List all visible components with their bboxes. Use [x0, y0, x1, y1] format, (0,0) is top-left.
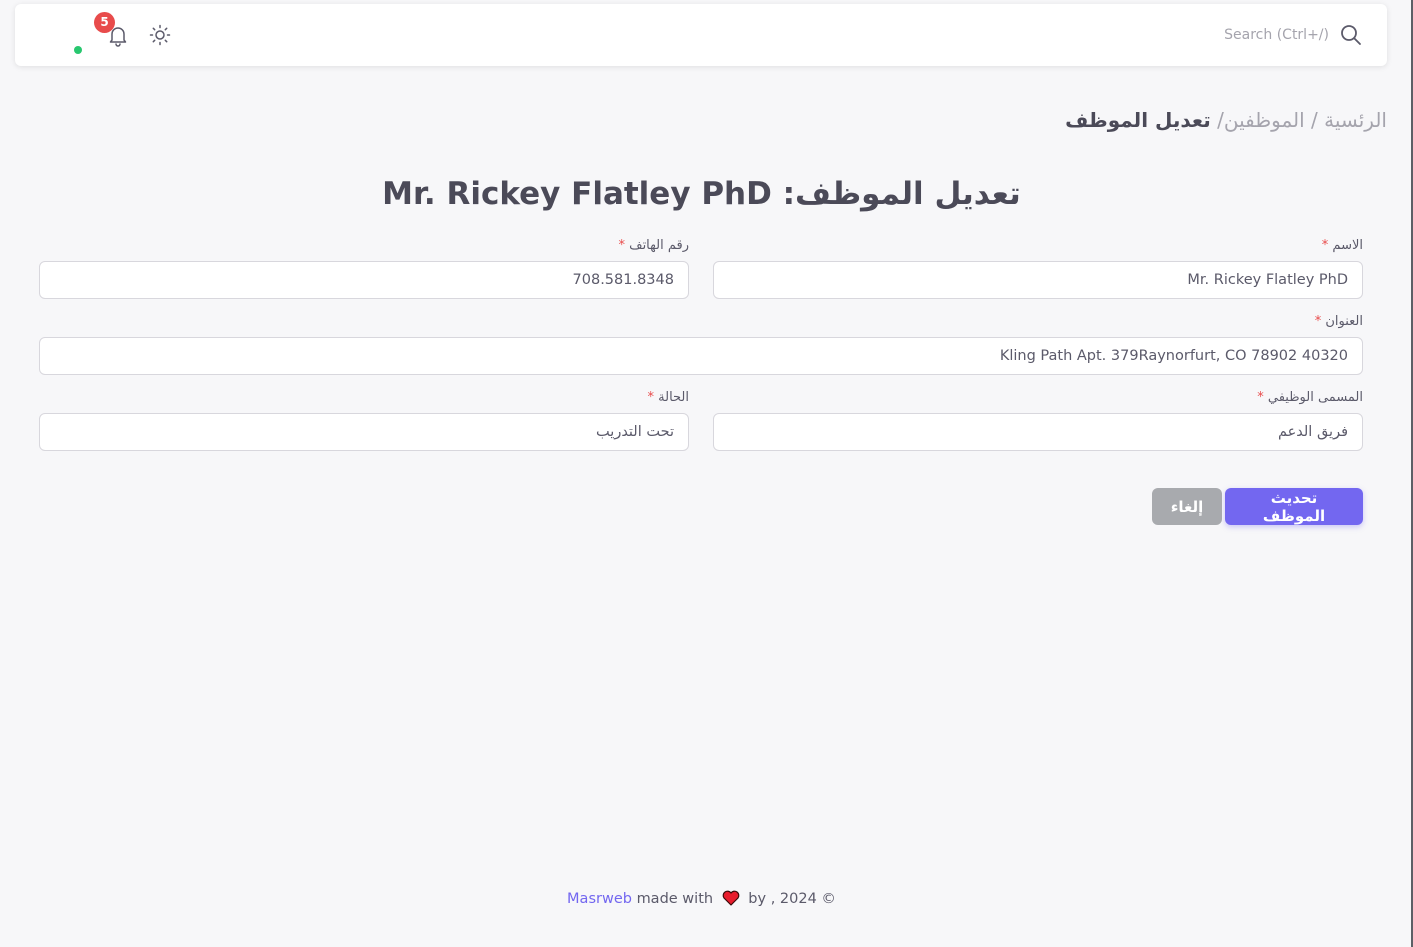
required-mark: * [1321, 238, 1329, 253]
sun-icon[interactable] [148, 23, 172, 47]
address-label: العنوان * [1314, 314, 1363, 329]
required-mark: * [618, 238, 625, 253]
breadcrumb-separator: / [1304, 108, 1325, 132]
address-field-group: العنوان * Kling Path Apt. 379Raynorfurt,… [39, 314, 1363, 375]
name-field-group: الاسم * Mr. Rickey Flatley PhD [713, 238, 1363, 299]
job-title-label: المسمى الوظيفي * [1257, 390, 1363, 405]
phone-field-group: رقم الهاتف * 708.581.8348 [39, 238, 689, 299]
search-box[interactable]: Search (Ctrl+/) [1224, 4, 1363, 66]
breadcrumb-current: تعديل الموظف [1065, 108, 1211, 132]
search-placeholder[interactable]: Search (Ctrl+/) [1224, 27, 1329, 43]
job-title-input[interactable]: فريق الدعم [713, 413, 1363, 451]
required-mark: * [647, 390, 655, 405]
required-mark: * [1257, 390, 1264, 405]
breadcrumb: الرئسية / الموظفين/ تعديل الموظف [1065, 108, 1387, 132]
status-label: الحالة * [647, 390, 690, 405]
required-mark: * [1314, 314, 1322, 329]
phone-input[interactable]: 708.581.8348 [39, 261, 689, 299]
page-title: تعديل الموظف: Mr. Rickey Flatley PhD [382, 176, 1021, 212]
status-field-group: الحالة * تحت التدريب [39, 390, 689, 451]
footer: Masrweb made with © 2024 , by [0, 890, 1403, 907]
update-employee-button[interactable]: تحديث الموظف [1225, 488, 1363, 525]
job-title-field-group: المسمى الوظيفي * فريق الدعم [713, 390, 1363, 451]
footer-copyright: © 2024 , by [748, 891, 836, 907]
search-icon[interactable] [1339, 23, 1363, 47]
breadcrumb-separator: / [1210, 108, 1224, 132]
form-actions: تحديث الموظف إلغاء [1152, 488, 1363, 525]
heart-icon [722, 890, 740, 906]
address-input[interactable]: Kling Path Apt. 379Raynorfurt, CO 78902 … [39, 337, 1363, 375]
phone-label: رقم الهاتف * [618, 238, 689, 253]
status-input[interactable]: تحت التدريب [39, 413, 689, 451]
name-input[interactable]: Mr. Rickey Flatley PhD [713, 261, 1363, 299]
top-navbar: Search (Ctrl+/) 5 [15, 4, 1387, 66]
cancel-button[interactable]: إلغاء [1152, 488, 1222, 525]
online-status-dot [74, 46, 82, 54]
name-label: الاسم * [1321, 238, 1363, 253]
footer-made-with: made with [636, 891, 714, 907]
notification-badge[interactable]: 5 [94, 12, 115, 33]
footer-brand-link[interactable]: Masrweb [567, 891, 632, 907]
breadcrumb-employees[interactable]: الموظفين [1224, 108, 1305, 132]
breadcrumb-home[interactable]: الرئسية [1324, 108, 1387, 132]
